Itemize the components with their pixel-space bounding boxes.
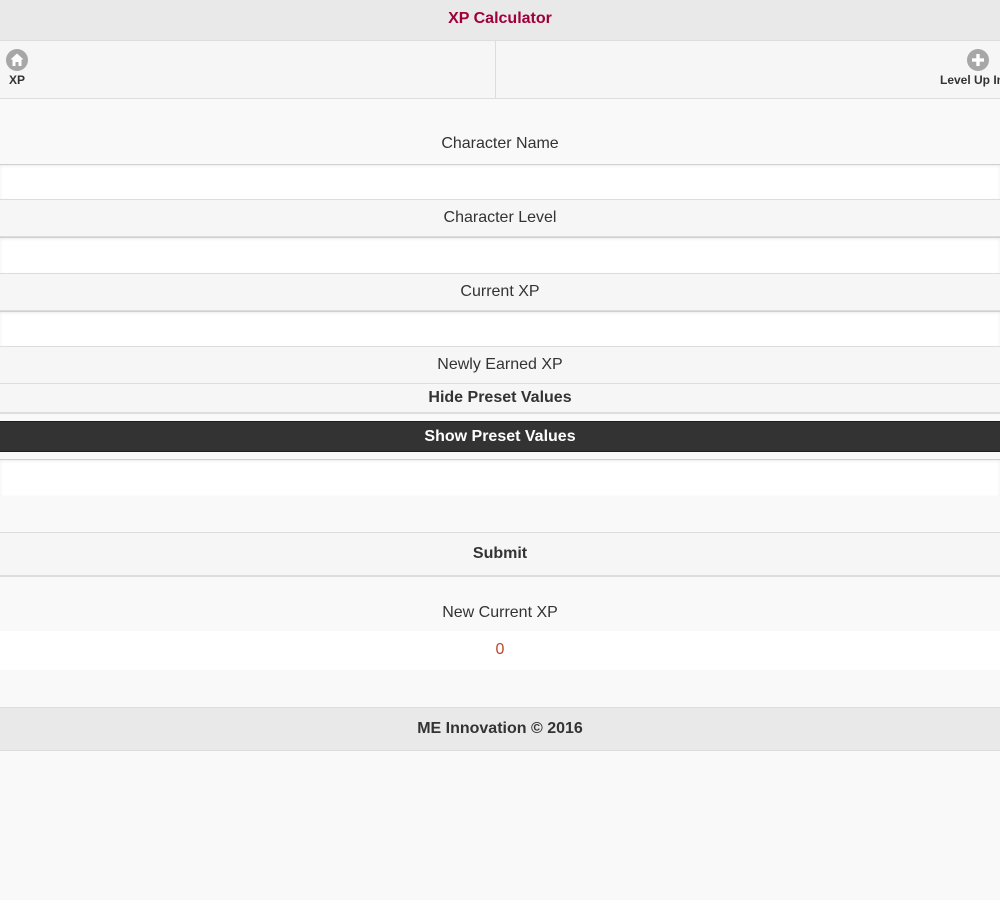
- page-header: XP Calculator: [0, 0, 1000, 41]
- new-current-xp-label: New Current XP: [442, 604, 558, 621]
- home-icon: [6, 49, 28, 71]
- hide-preset-values-button[interactable]: Hide Preset Values: [0, 384, 1000, 414]
- page-title: XP Calculator: [448, 10, 552, 27]
- show-preset-values-button[interactable]: Show Preset Values: [0, 421, 1000, 452]
- submit-button[interactable]: Submit: [0, 532, 1000, 577]
- current-xp-input[interactable]: [0, 311, 1000, 347]
- page-footer: ME Innovation © 2016: [0, 707, 1000, 751]
- navbar: XP Level Up Info: [0, 41, 1000, 99]
- new-current-xp-value: 0: [0, 631, 1000, 670]
- nav-item-label: XP: [9, 73, 26, 87]
- footer-copyright: ME Innovation © 2016: [417, 720, 583, 737]
- nav-item-label: Level Up Info: [940, 73, 1000, 87]
- character-name-label: Character Name: [441, 135, 559, 152]
- newly-earned-xp-label: Newly Earned XP: [0, 346, 1000, 384]
- newly-earned-xp-input[interactable]: [0, 459, 1000, 496]
- nav-item-xp[interactable]: XP: [0, 41, 496, 98]
- character-level-label: Character Level: [0, 199, 1000, 237]
- character-level-input[interactable]: [0, 237, 1000, 274]
- nav-item-level-up-info[interactable]: Level Up Info: [497, 41, 1000, 98]
- current-xp-label: Current XP: [0, 273, 1000, 311]
- plus-icon: [967, 49, 989, 71]
- character-name-input[interactable]: [0, 164, 1000, 200]
